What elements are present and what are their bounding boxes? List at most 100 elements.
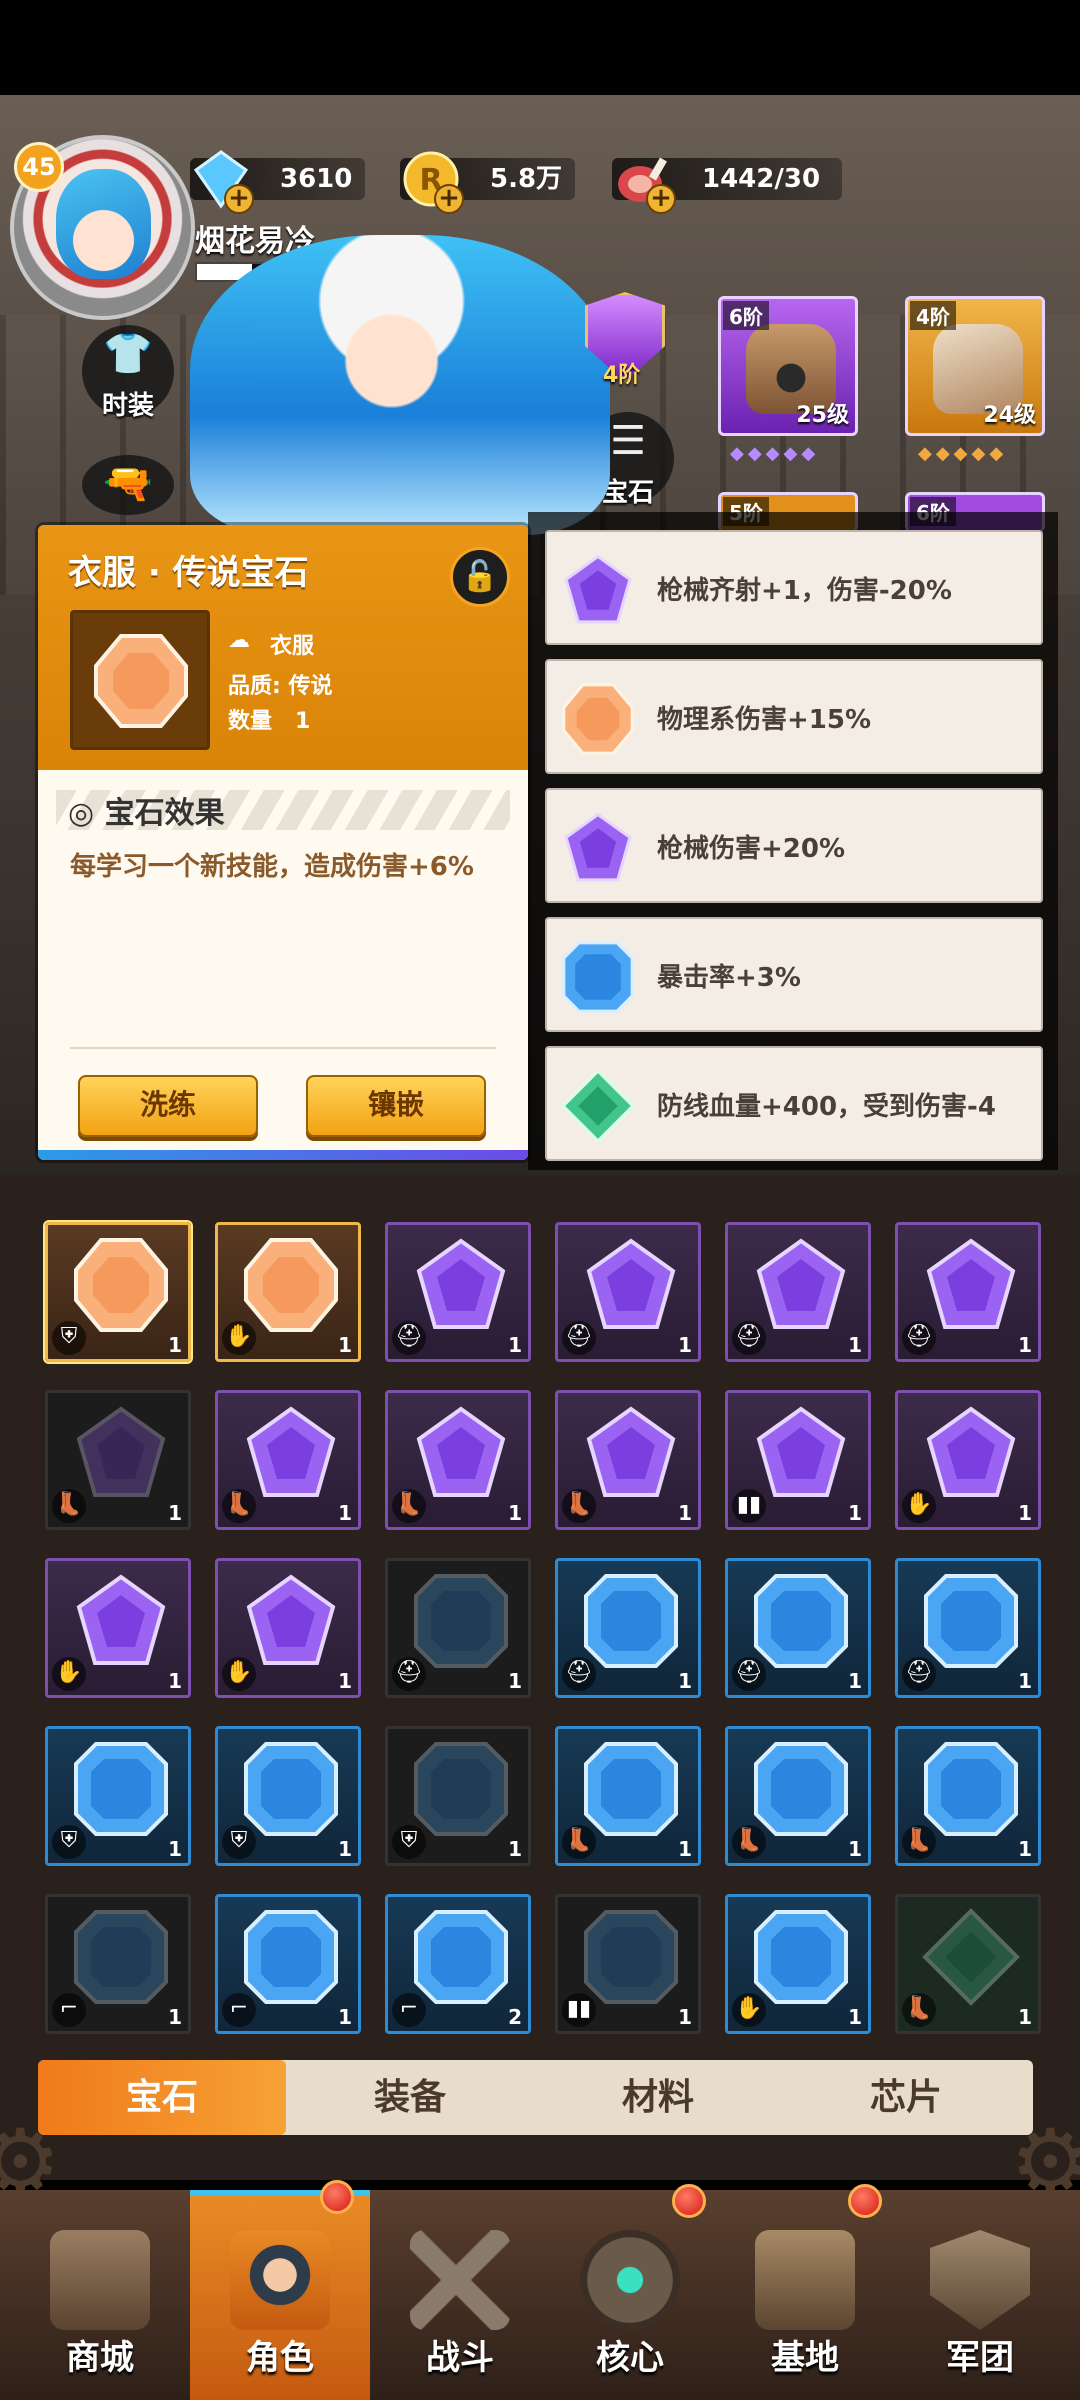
purple-gem-icon: [246, 1574, 336, 1665]
add-diamonds-icon[interactable]: +: [224, 184, 254, 214]
glove-slot-icon: ✋: [222, 1657, 256, 1691]
purple-gem-icon: [76, 1406, 166, 1497]
gem-slot[interactable]: ⛑ 1: [895, 1558, 1041, 1698]
purple-gem-icon: [246, 1406, 336, 1497]
resource-stamina[interactable]: + 1442/30: [612, 157, 842, 214]
gem-slot[interactable]: 👢 1: [895, 1726, 1041, 1866]
nav-core[interactable]: 核心: [540, 2190, 720, 2400]
stamina-count: 1442/30: [702, 164, 821, 194]
effect-title-text: 宝石效果: [104, 796, 225, 831]
gem-slot[interactable]: ⛨ 1: [215, 1726, 361, 1866]
tab-chips[interactable]: 芯片: [782, 2060, 1030, 2135]
tab-gem[interactable]: 宝石: [38, 2060, 286, 2135]
gem-slot[interactable]: ✋ 1: [895, 1390, 1041, 1530]
helmet-slot-icon: ⛑: [392, 1321, 426, 1355]
player-level-badge: 45: [14, 142, 64, 192]
weapon-button[interactable]: 🔫: [82, 455, 174, 515]
gem-slot[interactable]: ⛑ 1: [895, 1222, 1041, 1362]
blue-gem-icon: [244, 1742, 338, 1836]
gem-count: 1: [508, 1669, 522, 1693]
gem-count: 1: [1018, 1501, 1032, 1525]
nav-legion[interactable]: 军团: [890, 2190, 1070, 2400]
gem-slot[interactable]: 👢 1: [725, 1726, 871, 1866]
gem-slot[interactable]: ⛑ 1: [385, 1222, 531, 1362]
costume-button[interactable]: 👕 时装: [82, 325, 174, 421]
status-bar-area: [0, 0, 1080, 95]
armor-slot-icon: ⛨: [52, 1321, 86, 1355]
lock-icon[interactable]: 🔓: [450, 547, 510, 607]
attribute-row: 物理系伤害+15%: [545, 659, 1043, 774]
glove-slot-icon: ✋: [222, 1321, 256, 1355]
gun-slot-icon: ⌐: [222, 1993, 256, 2027]
gem-slot[interactable]: ⛑ 1: [555, 1558, 701, 1698]
equip-level: 25级: [796, 403, 849, 428]
nav-battle-label: 战斗: [426, 2338, 494, 2378]
gem-slot[interactable]: ▮▮ 1: [555, 1894, 701, 2034]
gem-slot[interactable]: ⌐ 1: [45, 1894, 191, 2034]
gem-count: 1: [848, 1501, 862, 1525]
add-coins-icon[interactable]: +: [434, 184, 464, 214]
purple-gem-icon: [926, 1406, 1016, 1497]
effect-description: 每学习一个新技能，造成伤害+6%: [70, 852, 474, 882]
gem-slot[interactable]: 👢 1: [215, 1390, 361, 1530]
gem-count: 1: [678, 1333, 692, 1357]
blue-gem-icon: [584, 1742, 678, 1836]
avatar-face: [56, 169, 151, 279]
equip-level: 24级: [983, 403, 1036, 428]
refine-button[interactable]: 洗练: [78, 1075, 258, 1137]
inlay-button[interactable]: 镶嵌: [306, 1075, 486, 1137]
equip-slot-gauntlet[interactable]: 4阶 24级: [905, 296, 1045, 436]
gem-count: 1: [508, 1333, 522, 1357]
boots-slot-icon: 👢: [52, 1489, 86, 1523]
equip-slot-helmet[interactable]: 6阶 25级: [718, 296, 858, 436]
attribute-text: 物理系伤害+15%: [657, 705, 872, 735]
gem-slot[interactable]: ⛨ 1: [45, 1222, 191, 1362]
gem-slot[interactable]: 👢 1: [555, 1390, 701, 1530]
gem-slot[interactable]: ▮▮ 1: [725, 1390, 871, 1530]
purple-gem-icon: [564, 812, 632, 882]
gem-slot[interactable]: 👢 1: [385, 1390, 531, 1530]
tab-materials[interactable]: 材料: [534, 2060, 782, 2135]
gem-slot[interactable]: ⛑ 1: [555, 1222, 701, 1362]
purple-gem-icon: [756, 1238, 846, 1329]
gem-count: 1: [338, 1837, 352, 1861]
purple-gem-icon: [586, 1406, 676, 1497]
gem-slot[interactable]: ✋ 1: [215, 1222, 361, 1362]
gem-slot[interactable]: ⌐ 1: [215, 1894, 361, 2034]
gem-slot[interactable]: ⛑ 1: [385, 1558, 531, 1698]
orange-gem-icon: [562, 683, 634, 755]
blue-gem-icon: [414, 1910, 508, 2004]
gem-slot[interactable]: ⌐ 2: [385, 1894, 531, 2034]
gem-count: 1: [168, 2005, 182, 2029]
resource-diamonds[interactable]: + 3610: [190, 150, 365, 214]
nav-base[interactable]: 基地: [715, 2190, 895, 2400]
purple-gem-icon: [926, 1238, 1016, 1329]
gem-count: 1: [848, 1333, 862, 1357]
add-stamina-icon[interactable]: +: [646, 184, 676, 214]
gem-slot[interactable]: 👢 1: [555, 1726, 701, 1866]
gem-slot[interactable]: ⛨ 1: [385, 1726, 531, 1866]
gem-count: 1: [168, 1669, 182, 1693]
gem-slot[interactable]: 👢 1: [45, 1390, 191, 1530]
gem-slot[interactable]: ✋ 1: [45, 1558, 191, 1698]
resource-coins[interactable]: R + 5.8万: [400, 151, 575, 214]
blue-gem-icon: [74, 1910, 168, 2004]
gem-slot[interactable]: ✋ 1: [215, 1558, 361, 1698]
nav-battle[interactable]: 战斗: [370, 2190, 550, 2400]
blue-gem-icon: [754, 1742, 848, 1836]
gem-slot[interactable]: ⛑ 1: [725, 1558, 871, 1698]
gem-slot[interactable]: ⛑ 1: [725, 1222, 871, 1362]
quality-label: 品质:: [228, 674, 281, 699]
nav-character[interactable]: 角色: [190, 2190, 370, 2400]
nav-shop[interactable]: 商城: [10, 2190, 190, 2400]
gem-slot[interactable]: ✋ 1: [725, 1894, 871, 2034]
glove-slot-icon: ✋: [732, 1993, 766, 2027]
tab-equipment[interactable]: 装备: [286, 2060, 534, 2135]
purple-gem-icon: [756, 1406, 846, 1497]
gem-slot[interactable]: 👢 1: [895, 1894, 1041, 2034]
green-gem-icon: [922, 1908, 1020, 2006]
helmet-slot-icon: ⛑: [562, 1657, 596, 1691]
count-label: 数量: [228, 709, 273, 734]
gem-slot[interactable]: ⛨ 1: [45, 1726, 191, 1866]
helmet-slot-icon: ⛑: [902, 1321, 936, 1355]
